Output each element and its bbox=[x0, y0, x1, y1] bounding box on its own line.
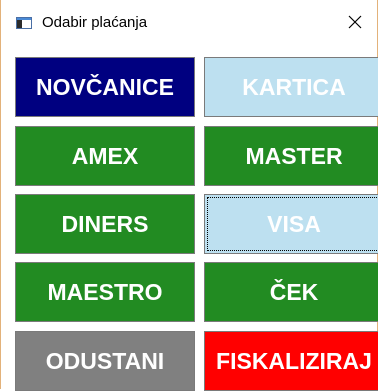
window-title: Odabir plaćanja bbox=[42, 14, 148, 31]
title-bar: Odabir plaćanja bbox=[1, 0, 377, 41]
close-button[interactable] bbox=[333, 6, 377, 38]
master-button[interactable]: MASTER bbox=[204, 126, 378, 186]
kartica-label: KARTICA bbox=[242, 73, 346, 100]
novcanice-button[interactable]: NOVČANICE bbox=[15, 57, 195, 117]
visa-button[interactable]: VISA bbox=[204, 194, 378, 254]
diners-button[interactable]: DINERS bbox=[15, 194, 195, 254]
maestro-button[interactable]: MAESTRO bbox=[15, 262, 195, 322]
amex-button[interactable]: AMEX bbox=[15, 126, 195, 186]
novcanice-label: NOVČANICE bbox=[35, 73, 174, 100]
cek-label: ČEK bbox=[269, 278, 319, 305]
diners-label: DINERS bbox=[61, 210, 149, 237]
visa-label: VISA bbox=[267, 210, 321, 237]
odustani-button[interactable]: ODUSTANI bbox=[15, 331, 195, 391]
close-icon bbox=[348, 15, 362, 29]
fiskaliziraj-label: FISKALIZIRAJ bbox=[216, 347, 372, 374]
fiskaliziraj-button[interactable]: FISKALIZIRAJ bbox=[204, 331, 378, 391]
cek-button[interactable]: ČEK bbox=[204, 262, 378, 322]
window-app-icon bbox=[16, 17, 32, 29]
odustani-label: ODUSTANI bbox=[45, 347, 165, 374]
amex-label: AMEX bbox=[71, 142, 139, 169]
payment-dialog: Odabir plaćanja NOVČANICE KARTICA AMEX M… bbox=[0, 0, 378, 391]
kartica-button[interactable]: KARTICA bbox=[204, 57, 378, 117]
master-label: MASTER bbox=[245, 142, 343, 169]
maestro-label: MAESTRO bbox=[47, 278, 163, 305]
